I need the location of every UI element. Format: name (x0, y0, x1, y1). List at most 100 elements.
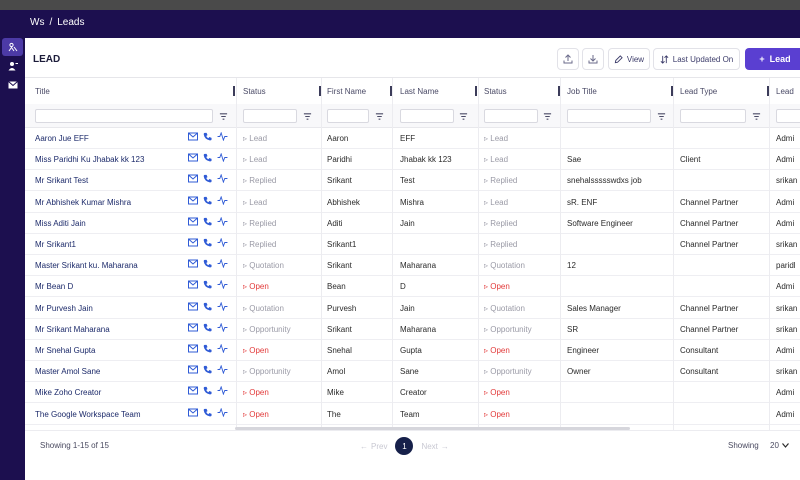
people-icon[interactable] (2, 38, 23, 56)
cell-title[interactable]: Master Srikant ku. Maharana (35, 261, 138, 270)
phone-icon[interactable] (203, 344, 212, 353)
table-row[interactable]: Mr Srikant Maharana ▹ Opportunity Srikant M… (25, 318, 800, 340)
cell-title[interactable]: The Google Workspace Team (35, 410, 141, 419)
table-row[interactable]: Master Amol Sane ▹ Opportunity Amol Sane ▹ O… (25, 361, 800, 383)
phone-icon[interactable] (203, 365, 212, 374)
mail-icon[interactable] (188, 132, 198, 141)
filter-icon[interactable] (543, 112, 552, 121)
filter-input-status[interactable] (243, 109, 297, 123)
filter-icon[interactable] (657, 112, 666, 121)
activity-icon[interactable] (217, 259, 228, 269)
mail-icon[interactable] (188, 153, 198, 162)
filter-input-lead-type[interactable] (680, 109, 746, 123)
table-row[interactable]: The Google Workspace Team ▹ Open The Team ▹ … (25, 403, 800, 425)
filter-input-title[interactable] (35, 109, 213, 123)
phone-icon[interactable] (203, 217, 212, 226)
import-button[interactable] (582, 48, 604, 70)
filter-input-status-2[interactable] (484, 109, 538, 123)
phone-icon[interactable] (203, 280, 212, 289)
mail-icon[interactable] (188, 280, 198, 289)
column-header-first-name[interactable]: First Name (327, 87, 366, 96)
activity-icon[interactable] (217, 365, 228, 375)
mail-icon[interactable] (188, 174, 198, 183)
mail-icon[interactable] (188, 365, 198, 374)
phone-icon[interactable] (203, 302, 212, 311)
phone-icon[interactable] (203, 196, 212, 205)
cell-title[interactable]: Mr Abhishek Kumar Mishra (35, 198, 131, 207)
cell-title[interactable]: Mr Srikant1 (35, 240, 76, 249)
column-header-status[interactable]: Status (243, 87, 266, 96)
prev-page-button[interactable]: ← Prev (360, 442, 387, 451)
mail-icon[interactable] (188, 302, 198, 311)
column-header-status-2[interactable]: Status (484, 87, 507, 96)
cell-title[interactable]: Mike Zoho Creator (35, 388, 101, 397)
activity-icon[interactable] (217, 238, 228, 247)
filter-icon[interactable] (219, 112, 228, 121)
activity-icon[interactable] (217, 174, 228, 184)
column-header-job-title[interactable]: Job Title (567, 87, 597, 96)
filter-input-lead-owner[interactable] (776, 109, 800, 123)
phone-icon[interactable] (203, 153, 212, 162)
table-row[interactable]: Mike Zoho Creator ▹ Open Mike Creator ▹ Open… (25, 382, 800, 404)
column-separator[interactable] (233, 86, 235, 96)
table-row[interactable]: Miss Aditi Jain ▹ Replied Aditi Jain ▹ Repli… (25, 212, 800, 234)
activity-icon[interactable] (217, 216, 228, 226)
table-row[interactable]: Mr Snehal Gupta ▹ Open Snehal Gupta ▹ Open En… (25, 340, 800, 361)
filter-input-job-title[interactable] (567, 109, 651, 123)
filter-icon[interactable] (375, 112, 384, 121)
cell-title[interactable]: Mr Snehal Gupta (35, 346, 95, 355)
phone-icon[interactable] (203, 408, 212, 417)
mail-icon[interactable] (188, 386, 198, 395)
filter-input-last-name[interactable] (400, 109, 454, 123)
export-button[interactable] (557, 48, 579, 70)
breadcrumb-workspace[interactable]: Ws (30, 17, 44, 28)
mail-icon[interactable] (188, 196, 198, 205)
phone-icon[interactable] (203, 132, 212, 141)
table-row[interactable]: Mr Abhishek Kumar Mishra ▹ Lead Abhishek Mi… (25, 191, 800, 213)
cell-title[interactable]: Mr Bean D (35, 282, 73, 291)
table-row[interactable]: Mr Srikant Test ▹ Replied Srikant Test ▹ Rep… (25, 170, 800, 192)
horizontal-scrollbar[interactable] (235, 427, 630, 430)
cell-title[interactable]: Mr Purvesh Jain (35, 304, 93, 313)
filter-icon[interactable] (459, 112, 468, 121)
table-row[interactable]: Mr Srikant1 ▹ Replied Srikant1 ▹ Replied Cha… (25, 234, 800, 255)
activity-icon[interactable] (217, 344, 228, 353)
sort-button[interactable]: Last Updated On (653, 48, 740, 70)
page-button-current[interactable]: 1 (395, 437, 414, 455)
mail-icon[interactable] (188, 408, 198, 417)
column-separator[interactable] (475, 86, 477, 96)
column-header-last-name[interactable]: Last Name (400, 87, 439, 96)
filter-icon[interactable] (303, 112, 312, 121)
cell-title[interactable]: Mr Srikant Maharana (35, 325, 110, 334)
filter-input-first-name[interactable] (327, 109, 369, 123)
column-header-title[interactable]: Title (35, 87, 50, 96)
add-lead-button[interactable]: + Lead (745, 48, 800, 70)
mail-icon[interactable] (188, 323, 198, 332)
cell-title[interactable]: Aaron Jue EFF (35, 134, 89, 143)
phone-icon[interactable] (203, 238, 212, 247)
activity-icon[interactable] (217, 153, 228, 163)
mail-icon[interactable] (188, 238, 198, 247)
activity-icon[interactable] (217, 386, 228, 396)
phone-icon[interactable] (203, 323, 212, 332)
mail-icon[interactable] (188, 259, 198, 268)
activity-icon[interactable] (217, 301, 228, 311)
table-row[interactable]: Mr Purvesh Jain ▹ Quotation Purvesh Jain ▹ Q… (25, 297, 800, 319)
mail-icon[interactable] (188, 344, 198, 353)
cell-title[interactable]: Mr Srikant Test (35, 176, 88, 185)
phone-icon[interactable] (203, 259, 212, 268)
table-row[interactable]: Master Srikant ku. Maharana ▹ Quotation Sr… (25, 255, 800, 277)
column-header-lead-owner[interactable]: Lead (776, 87, 794, 96)
next-page-button[interactable]: Next → (421, 442, 448, 451)
table-row[interactable]: Aaron Jue EFF ▹ Lead Aaron EFF ▹ Lead Admi (25, 128, 800, 149)
phone-icon[interactable] (203, 174, 212, 183)
page-size-select[interactable]: 20 (770, 441, 789, 450)
cell-title[interactable]: Master Amol Sane (35, 367, 100, 376)
activity-icon[interactable] (217, 280, 228, 290)
view-button[interactable]: View (608, 48, 650, 70)
mail-icon[interactable] (188, 217, 198, 226)
contact-icon[interactable] (2, 57, 23, 75)
activity-icon[interactable] (217, 407, 228, 417)
activity-icon[interactable] (217, 195, 228, 205)
table-row[interactable]: Mr Bean D ▹ Open Bean D ▹ Open Admi (25, 276, 800, 298)
